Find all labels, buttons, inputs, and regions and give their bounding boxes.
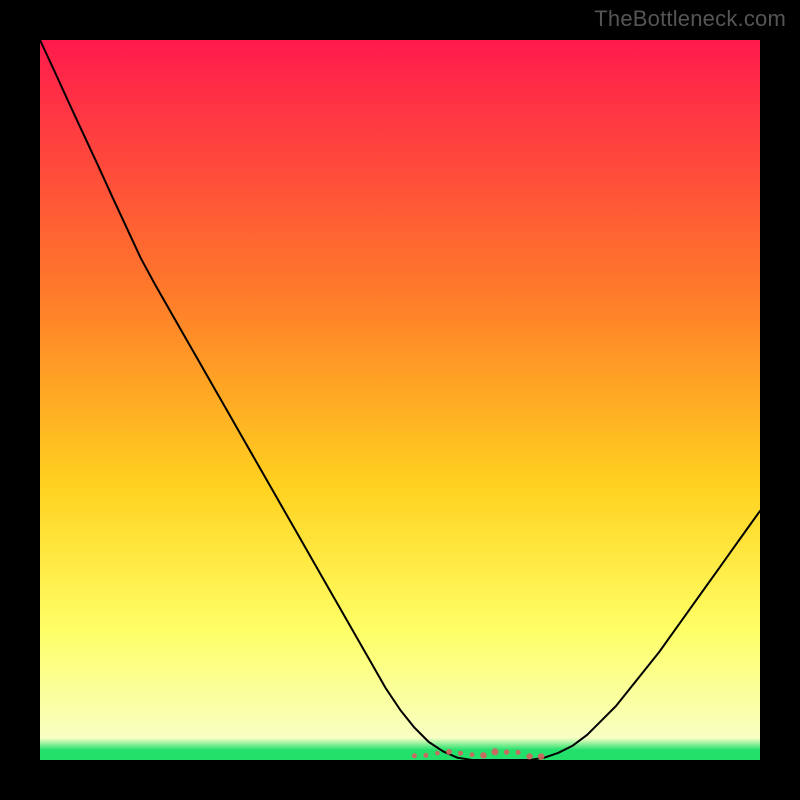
- bottleneck-curve: [40, 40, 760, 760]
- red-dot: [527, 753, 533, 759]
- red-dot: [492, 748, 499, 755]
- red-dot-cluster: [412, 748, 545, 760]
- red-dot: [480, 752, 486, 758]
- curve-overlay: [40, 40, 760, 760]
- red-dot: [504, 749, 509, 754]
- watermark-text: TheBottleneck.com: [594, 6, 786, 32]
- red-dot: [538, 753, 545, 760]
- red-dot: [458, 751, 463, 756]
- red-dot: [446, 749, 452, 755]
- red-dot: [435, 751, 440, 756]
- plot-area: [40, 40, 760, 760]
- red-dot: [470, 752, 475, 757]
- red-dot: [423, 753, 428, 758]
- chart-frame: TheBottleneck.com: [0, 0, 800, 800]
- red-dot: [516, 750, 521, 755]
- red-dot: [412, 753, 417, 758]
